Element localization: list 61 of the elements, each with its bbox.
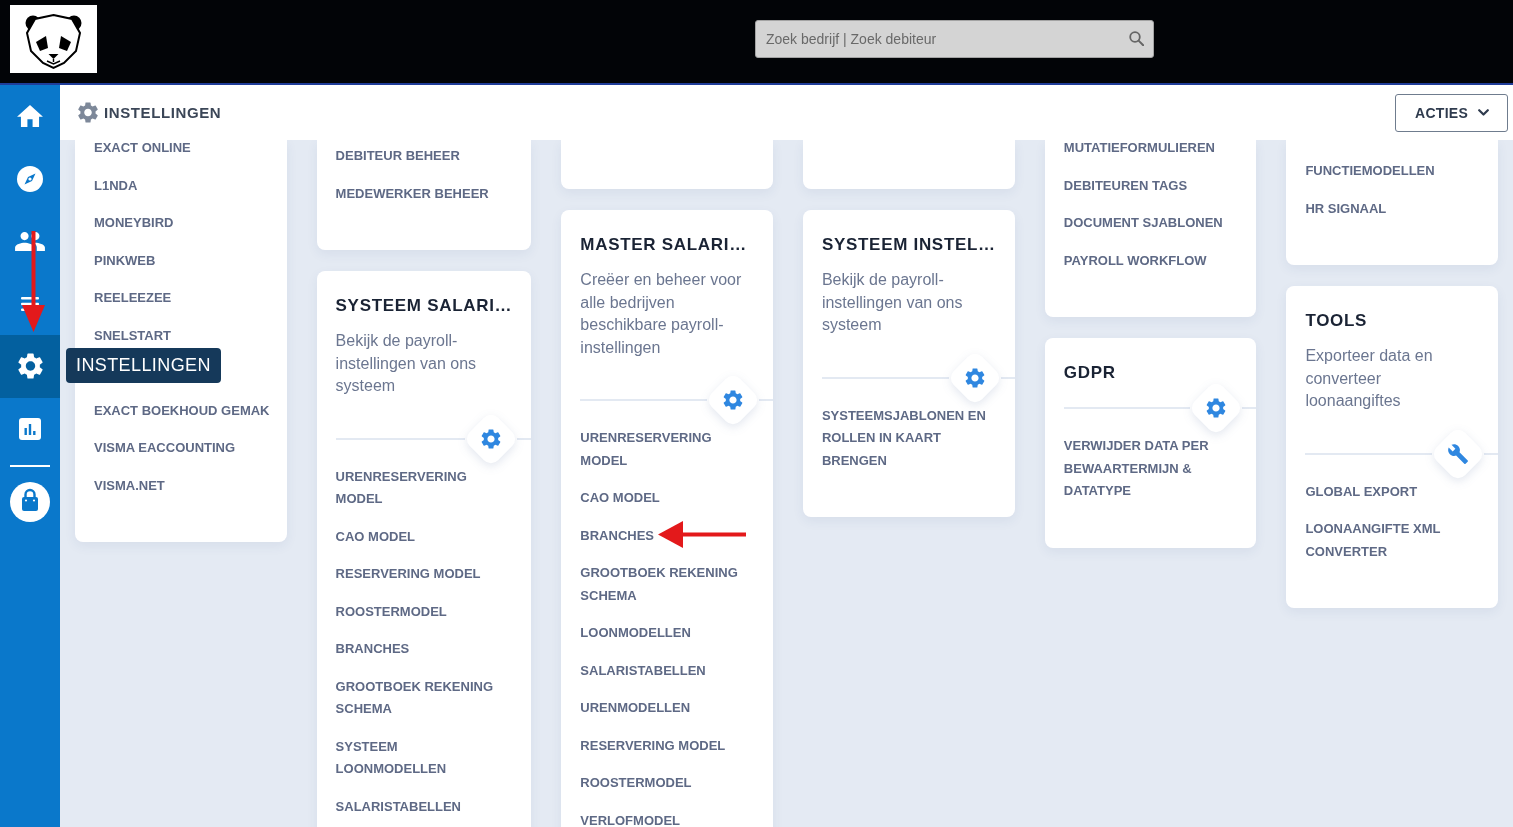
chart-icon <box>19 417 41 440</box>
search-icon <box>1129 31 1144 46</box>
home-icon <box>17 105 43 128</box>
settings-link[interactable]: PAYROLL WORKFLOW <box>1063 249 1207 272</box>
page-title: INSTELLINGEN <box>104 104 222 121</box>
settings-link[interactable]: ROOSTERMODEL <box>335 600 447 623</box>
card-description: Bekijk de payroll-instellingen van ons systeem <box>335 331 478 396</box>
settings-link[interactable]: MUTATIEFORMULIEREN <box>1063 140 1215 160</box>
card-description: Bekijk de payroll-instellingen van ons systeem <box>821 270 964 335</box>
settings-link[interactable]: LOONMODELLEN <box>580 622 691 645</box>
settings-icon <box>17 353 43 380</box>
settings-link[interactable]: RESERVERING MODEL <box>335 563 481 586</box>
settings-link[interactable]: GROOTBOEK REKENING SCHEMA <box>335 675 512 721</box>
settings-link[interactable]: GROOTBOEK REKENING SCHEMA <box>580 562 757 607</box>
card-title: MASTER SALARI… <box>580 234 747 256</box>
shopping-bag-icon <box>10 482 50 522</box>
tooltip: INSTELLINGEN <box>66 348 221 383</box>
settings-link[interactable]: RESERVERING MODEL <box>580 734 726 757</box>
settings-link[interactable]: MONEYBIRD <box>94 212 174 235</box>
settings-link[interactable]: BRANCHES <box>335 638 410 661</box>
settings-link[interactable]: EXACT BOEKHOUD GEMAK <box>94 399 270 422</box>
settings-link[interactable]: HR SIGNAAL <box>1305 197 1387 220</box>
settings-link[interactable]: REELEEZEE <box>94 287 172 310</box>
actions-dropdown[interactable]: ACTIES <box>1395 93 1508 132</box>
settings-link[interactable]: SALARISTABELLEN <box>580 659 706 682</box>
settings-link[interactable]: CAO MODEL <box>335 525 416 548</box>
settings-link[interactable]: CAO MODEL <box>580 487 660 510</box>
settings-link[interactable]: DEBITEUR BEHEER <box>335 145 460 168</box>
chevron-down-icon <box>1478 109 1489 116</box>
settings-link[interactable]: PINKWEB <box>94 249 156 272</box>
card-description: Exporteer data en converteer loonaangiftes <box>1305 346 1434 411</box>
settings-icon <box>78 102 98 123</box>
settings-link[interactable]: ROOSTERMODEL <box>580 772 692 795</box>
settings-link[interactable]: VISMA.NET <box>94 474 165 497</box>
settings-link[interactable]: SALARISTABELLEN <box>335 795 461 818</box>
compass-icon <box>17 165 43 192</box>
settings-link[interactable]: EXACT ONLINE <box>94 140 191 160</box>
card-title: GDPR <box>1063 362 1116 384</box>
settings-link[interactable]: LOONAANGIFTE XML CONVERTER <box>1305 518 1482 563</box>
card-description: Creëer en beheer voor alle bedrijven beschikbare payroll-instellingen <box>580 270 743 358</box>
settings-link[interactable]: FUNCTIEMODELLEN <box>1305 160 1435 183</box>
settings-link[interactable]: BRANCHES <box>580 524 654 547</box>
card-title: TOOLS <box>1305 310 1368 332</box>
settings-link[interactable]: L1NDA <box>94 174 138 197</box>
settings-link[interactable]: MEDEWERKER BEHEER <box>335 182 489 205</box>
settings-link[interactable]: URENRESERVERING MODEL <box>580 427 757 472</box>
settings-link[interactable]: SYSTEEM LOONMODELLEN <box>335 735 512 781</box>
settings-link[interactable]: SNELSTART <box>94 324 172 347</box>
settings-link[interactable]: VISMA EACCOUNTING <box>94 437 236 460</box>
card-title: SYSTEEM INSTEL… <box>821 234 996 256</box>
settings-link[interactable]: URENRESERVERING MODEL <box>335 465 512 511</box>
settings-link[interactable]: VERLOFMODEL <box>580 809 680 827</box>
settings-link[interactable]: VERWIJDER DATA PER BEWAARTERMIJN & DATATYPE <box>1063 435 1240 503</box>
search-field[interactable]: Zoek bedrijf | Zoek debiteur <box>755 20 1154 58</box>
settings-link[interactable]: URENMODELLEN <box>580 697 691 720</box>
settings-link[interactable]: GLOBAL EXPORT <box>1305 480 1418 503</box>
settings-link[interactable]: SYSTEEMSJABLONEN EN ROLLEN IN KAART BRENGEN <box>821 404 998 472</box>
sidebar-button[interactable] <box>0 335 60 398</box>
settings-link[interactable]: DEBITEUREN TAGS <box>1063 174 1188 197</box>
settings-link[interactable]: DOCUMENT SJABLONEN <box>1063 212 1223 235</box>
card-title: SYSTEEM SALARI… <box>335 295 513 317</box>
